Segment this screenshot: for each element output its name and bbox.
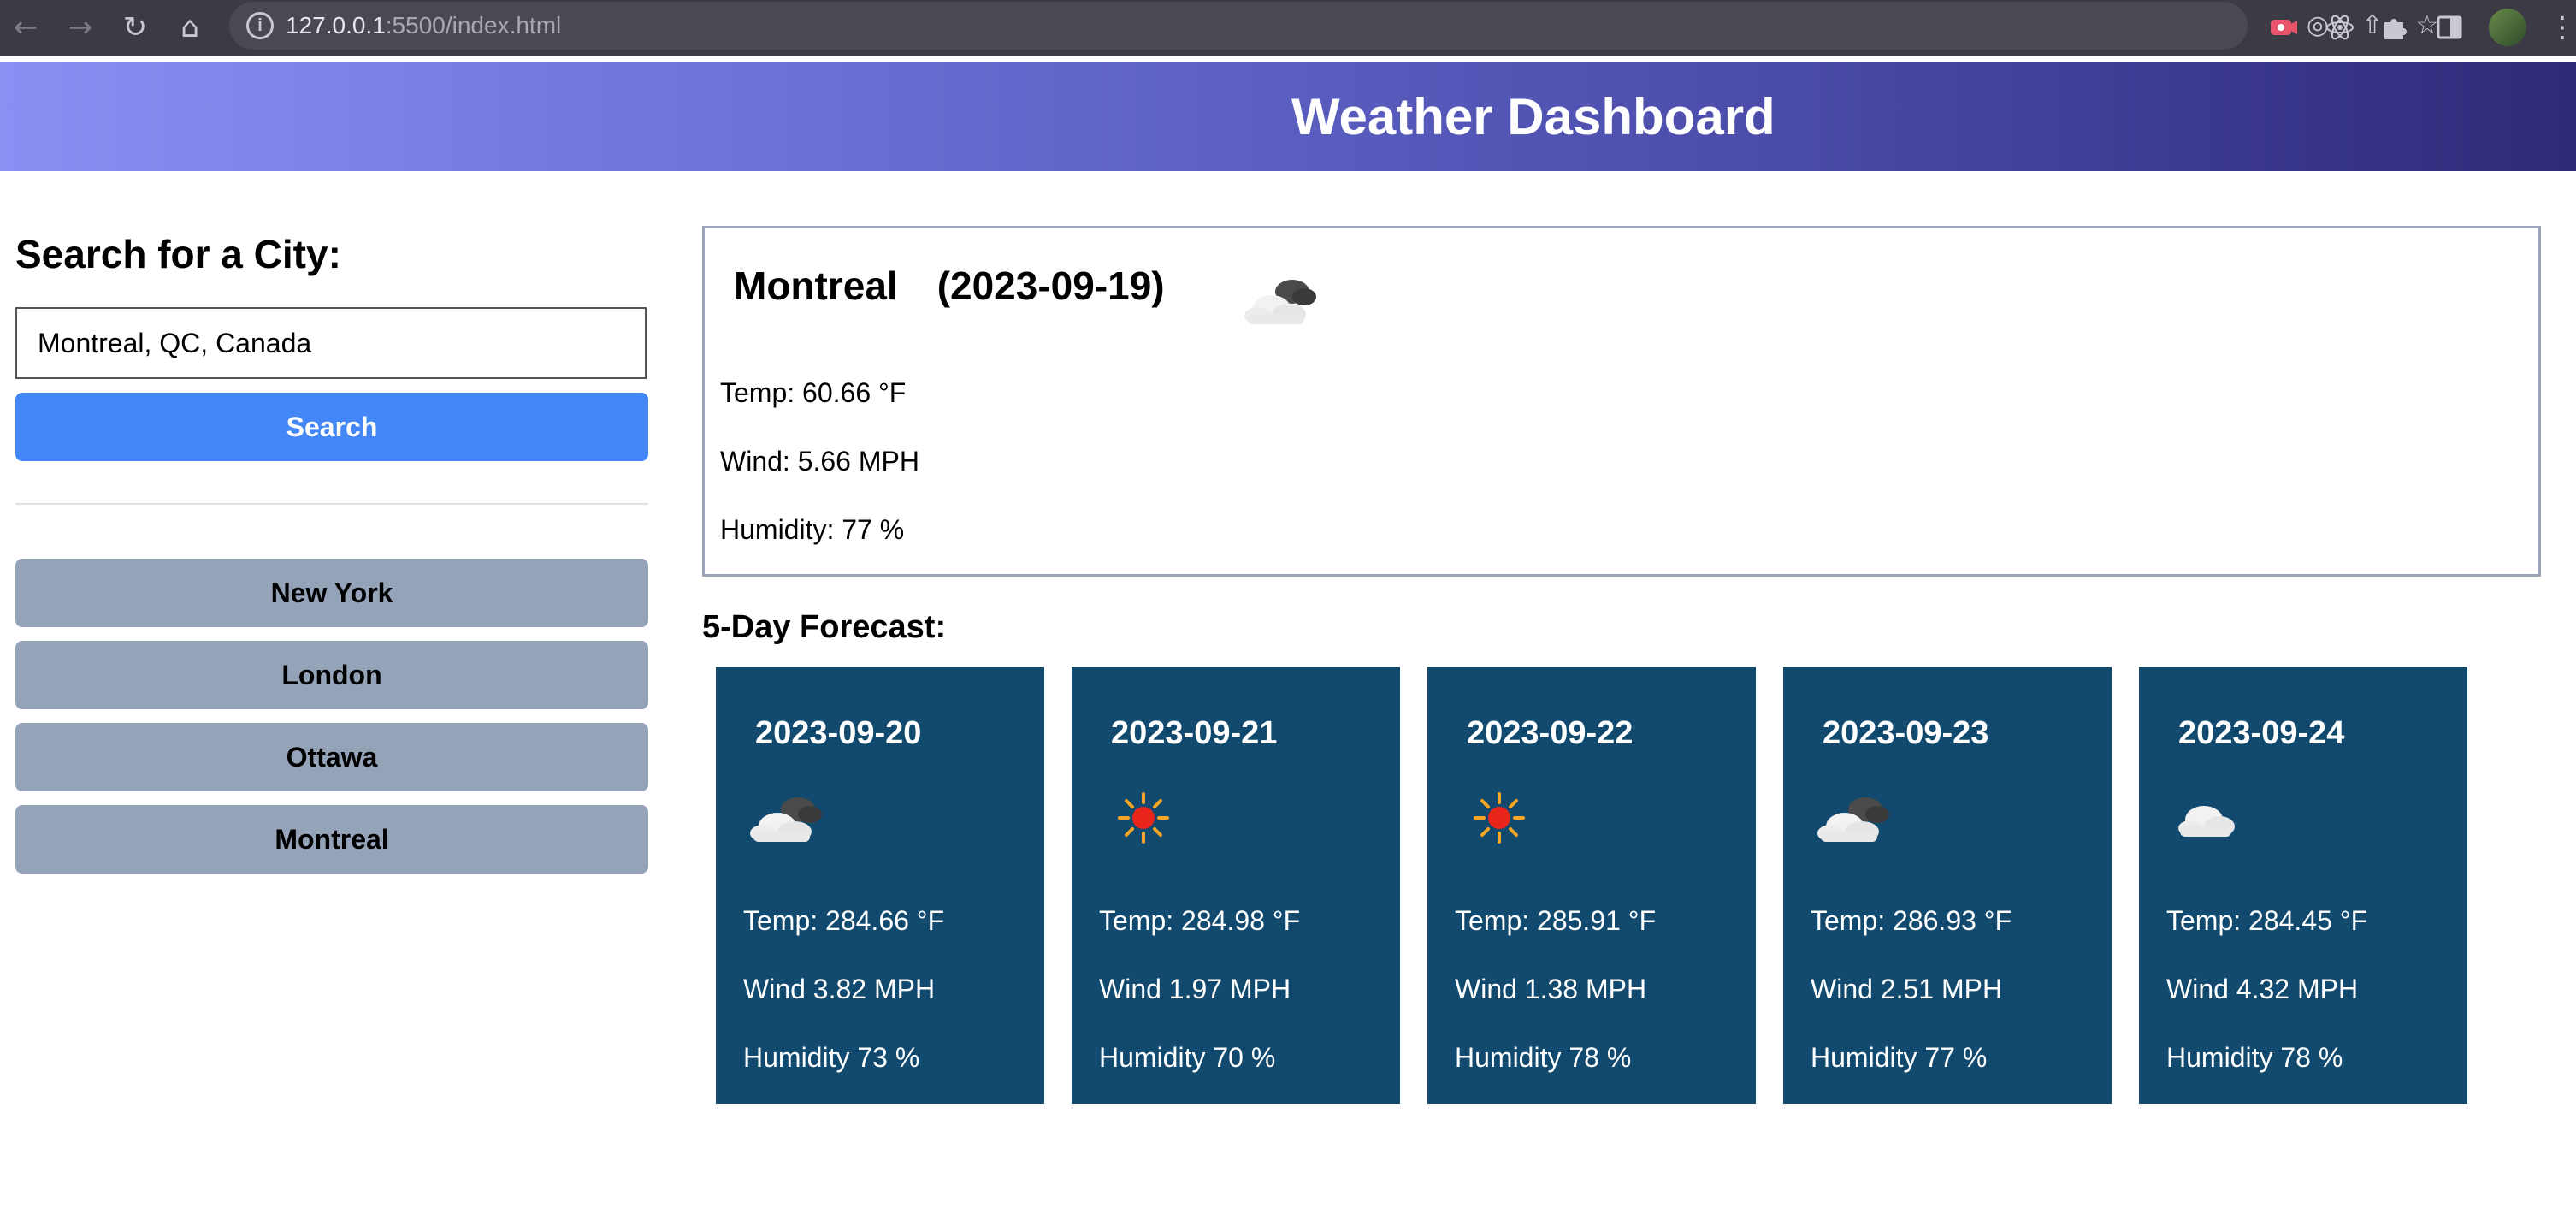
forecast-date: 2023-09-21 (1111, 715, 1278, 751)
forecast-temp: Temp: 286.93 °F (1811, 905, 2012, 936)
site-info-icon[interactable]: i (246, 12, 274, 39)
sun-icon (1118, 792, 1169, 844)
forecast-wind: Wind 3.82 MPH (743, 974, 936, 1004)
forecast-humidity: Humidity 78 % (1455, 1042, 1632, 1073)
current-date: (2023-09-19) (936, 264, 1165, 308)
history-button-new-york[interactable]: New York (15, 559, 648, 627)
forecast-date: 2023-09-23 (1823, 715, 1989, 751)
url-text[interactable]: 127.0.0.1:5500/index.html (286, 10, 561, 41)
forecast-card: 2023-09-23 Temp: 286.93 °F Wind 2.51 MPH… (1783, 667, 2112, 1104)
current-weather-panel: Montreal (2023-09-19) Temp: 60.66 °F Wind… (702, 226, 2541, 577)
url-path: :5500/index.html (385, 12, 562, 38)
current-city-name: Montreal (734, 264, 898, 308)
forecast-humidity: Humidity 78 % (2166, 1042, 2343, 1073)
address-bar[interactable]: i 127.0.0.1:5500/index.html ◎ ⇧ ☆ (229, 2, 2438, 50)
forecast-heading: 5-Day Forecast: (702, 609, 947, 645)
current-temp: Temp: 60.66 °F (720, 377, 907, 408)
forecast-humidity: Humidity 77 % (1811, 1042, 1988, 1073)
history-button-montreal[interactable]: Montreal (15, 805, 648, 874)
forecast-card: 2023-09-21 Temp: 284.98 °F Wind 1.97 MPH… (1072, 667, 1400, 1104)
cloud-sun-icon (1817, 797, 1889, 842)
react-devtools-icon[interactable] (2325, 12, 2355, 43)
forecast-wind: Wind 1.97 MPH (1099, 974, 1291, 1004)
cloud-sun-icon (1244, 280, 1316, 324)
sidebar-divider (15, 503, 648, 505)
side-panel-icon[interactable] (2434, 12, 2465, 43)
forecast-card: 2023-09-24 Temp: 284.45 °F Wind 4.32 MPH… (2139, 667, 2467, 1104)
forecast-wind: Wind 2.51 MPH (1811, 974, 2003, 1004)
forecast-temp: Temp: 285.91 °F (1455, 905, 1657, 936)
extension-record-icon[interactable] (2268, 12, 2299, 43)
extensions-puzzle-icon[interactable] (2379, 12, 2410, 43)
forecast-date: 2023-09-22 (1467, 715, 1634, 751)
app-header: Weather Dashboard (0, 62, 2576, 171)
menu-kebab-icon[interactable]: ⋮ (2544, 9, 2576, 46)
cloud-sun-icon (750, 797, 822, 842)
forecast-wind: Wind 4.32 MPH (2166, 974, 2359, 1004)
forecast-date: 2023-09-20 (755, 715, 922, 751)
forecast-wind: Wind 1.38 MPH (1455, 974, 1647, 1004)
forward-icon[interactable]: → (62, 9, 99, 46)
search-button[interactable]: Search (15, 393, 648, 461)
current-wind: Wind: 5.66 MPH (720, 446, 919, 477)
profile-avatar[interactable] (2489, 9, 2526, 46)
history-button-london[interactable]: London (15, 641, 648, 709)
forecast-humidity: Humidity 70 % (1099, 1042, 1276, 1073)
search-heading: Search for a City: (15, 232, 341, 276)
reload-icon[interactable]: ↻ (116, 9, 154, 46)
forecast-temp: Temp: 284.45 °F (2166, 905, 2368, 936)
forecast-temp: Temp: 284.98 °F (1099, 905, 1301, 936)
sun-icon (1474, 792, 1525, 844)
url-host: 127.0.0.1 (286, 12, 386, 38)
forecast-humidity: Humidity 73 % (743, 1042, 920, 1073)
browser-toolbar: ← → ↻ ⌂ i 127.0.0.1:5500/index.html ◎ ⇧ … (0, 0, 2576, 56)
page-title: Weather Dashboard (1291, 88, 1775, 145)
forecast-card: 2023-09-20 Temp: 284.66 °F Wind 3.82 MPH… (716, 667, 1044, 1104)
forecast-temp: Temp: 284.66 °F (743, 905, 945, 936)
back-icon[interactable]: ← (7, 9, 44, 46)
history-button-ottawa[interactable]: Ottawa (15, 723, 648, 791)
current-humidity: Humidity: 77 % (720, 514, 905, 545)
home-icon[interactable]: ⌂ (171, 9, 209, 46)
cloud-icon (2178, 806, 2235, 837)
current-city-heading: Montreal (2023-09-19) (734, 263, 1165, 309)
city-search-input[interactable] (15, 307, 647, 379)
forecast-date: 2023-09-24 (2178, 715, 2345, 751)
forecast-card: 2023-09-22 Temp: 285.91 °F Wind 1.38 MPH… (1427, 667, 1756, 1104)
